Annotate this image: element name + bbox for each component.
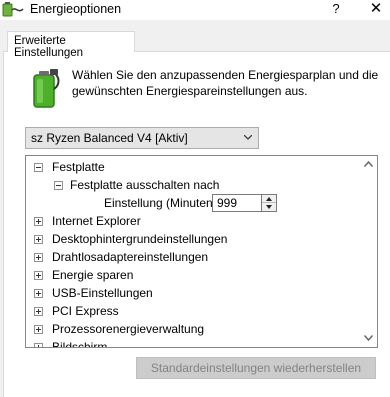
tree-item-label: Drahtlosadaptereinstellungen	[52, 250, 209, 264]
tree-item-drahtlosadapter[interactable]: Drahtlosadaptereinstellungen	[34, 248, 354, 266]
description-line-2: gewünschten Energiespareinstellungen aus…	[72, 84, 308, 98]
collapse-icon[interactable]	[54, 181, 63, 190]
tree-item-label: Festplatte	[52, 160, 105, 174]
tree-item-label: Internet Explorer	[52, 214, 141, 228]
tree-item-pci-express[interactable]: PCI Express	[34, 302, 354, 320]
tree-item-label: PCI Express	[52, 304, 119, 318]
expand-icon[interactable]	[34, 343, 43, 347]
power-plan-value: sz Ryzen Balanced V4 [Aktiv]	[31, 131, 188, 145]
power-options-icon	[2, 2, 24, 17]
tree-item-label: Desktophintergrundeinstellungen	[52, 232, 228, 246]
scroll-up-button[interactable]	[360, 156, 377, 173]
tree-item-label: Bildschirm	[52, 340, 108, 348]
collapse-icon[interactable]	[34, 163, 43, 172]
scroll-down-button[interactable]	[360, 330, 377, 347]
tree-item-usb[interactable]: USB-Einstellungen	[34, 284, 354, 302]
help-button[interactable]: ?	[326, 0, 346, 20]
tree-item-festplatte-ausschalten[interactable]: Festplatte ausschalten nach	[54, 176, 354, 194]
title-bar: Energieoptionen ? ✕	[0, 0, 390, 20]
spin-up-icon[interactable]	[262, 195, 276, 203]
tab-advanced-settings[interactable]: Erweiterte Einstellungen	[7, 31, 135, 59]
description-line-1: Wählen Sie den anzupassenden Energiespar…	[72, 68, 379, 82]
expand-icon[interactable]	[34, 307, 43, 316]
expand-icon[interactable]	[34, 217, 43, 226]
tree-item-einstellung: Einstellung (Minuten):	[104, 194, 220, 212]
spin-down-icon[interactable]	[262, 203, 276, 211]
battery-plug-icon	[33, 69, 60, 108]
expand-icon[interactable]	[34, 235, 43, 244]
chevron-down-icon	[244, 135, 252, 140]
tree-item-festplatte[interactable]: Festplatte	[34, 158, 354, 176]
tree-item-desktophintergrund[interactable]: Desktophintergrundeinstellungen	[34, 230, 354, 248]
tree-item-label: Energie sparen	[52, 268, 134, 282]
chevron-up-icon	[364, 161, 373, 167]
power-plan-dropdown[interactable]: sz Ryzen Balanced V4 [Aktiv]	[25, 127, 259, 149]
tree-item-label: USB-Einstellungen	[52, 286, 153, 300]
vertical-scrollbar[interactable]	[360, 156, 377, 347]
minutes-input[interactable]: 999	[212, 194, 262, 212]
tree-item-label: Prozessorenergieverwaltung	[52, 322, 205, 336]
tree-item-bildschirm[interactable]: Bildschirm	[34, 338, 354, 348]
settings-tree[interactable]: Festplatte Festplatte ausschalten nach E…	[25, 155, 378, 348]
expand-icon[interactable]	[34, 271, 43, 280]
tree-item-label: Festplatte ausschalten nach	[70, 178, 220, 192]
chevron-down-icon	[364, 335, 373, 341]
tree-item-internet-explorer[interactable]: Internet Explorer	[34, 212, 354, 230]
restore-defaults-button[interactable]: Standardeinstellungen wiederherstellen	[136, 357, 376, 379]
setting-label: Einstellung (Minuten):	[104, 196, 221, 210]
window-title: Energieoptionen	[30, 2, 122, 16]
description-text: Wählen Sie den anzupassenden Energiespar…	[72, 67, 384, 99]
expand-icon[interactable]	[34, 253, 43, 262]
tree-item-energie-sparen[interactable]: Energie sparen	[34, 266, 354, 284]
expand-icon[interactable]	[34, 289, 43, 298]
tree-item-prozessor[interactable]: Prozessorenergieverwaltung	[34, 320, 354, 338]
minutes-spinner[interactable]	[262, 194, 277, 212]
expand-icon[interactable]	[34, 325, 43, 334]
close-button[interactable]: ✕	[362, 0, 390, 20]
